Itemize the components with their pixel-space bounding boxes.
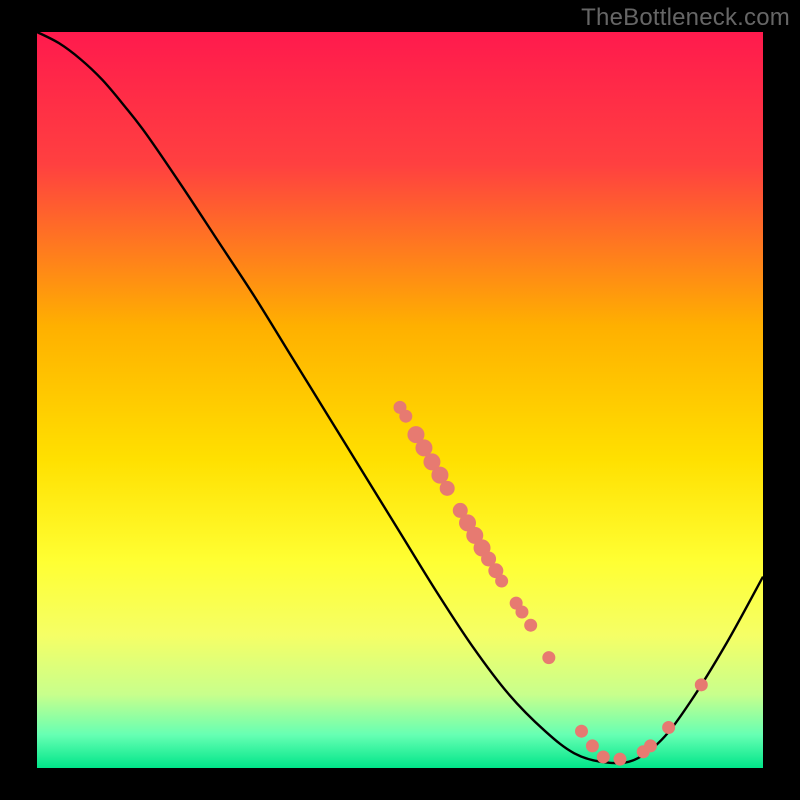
data-marker [516, 606, 528, 618]
bottleneck-chart [0, 0, 800, 800]
data-marker [663, 722, 675, 734]
data-marker [576, 725, 588, 737]
watermark-text: TheBottleneck.com [581, 4, 790, 32]
data-marker [432, 467, 448, 483]
gradient-background [37, 32, 763, 768]
data-marker [586, 740, 598, 752]
data-marker [416, 440, 432, 456]
data-marker [597, 751, 609, 763]
data-marker [614, 753, 626, 765]
data-marker [695, 679, 707, 691]
data-marker [440, 481, 454, 495]
data-marker [525, 619, 537, 631]
data-marker [496, 575, 508, 587]
data-marker [644, 740, 656, 752]
chart-container: TheBottleneck.com [0, 0, 800, 800]
data-marker [543, 652, 555, 664]
data-marker [400, 410, 412, 422]
